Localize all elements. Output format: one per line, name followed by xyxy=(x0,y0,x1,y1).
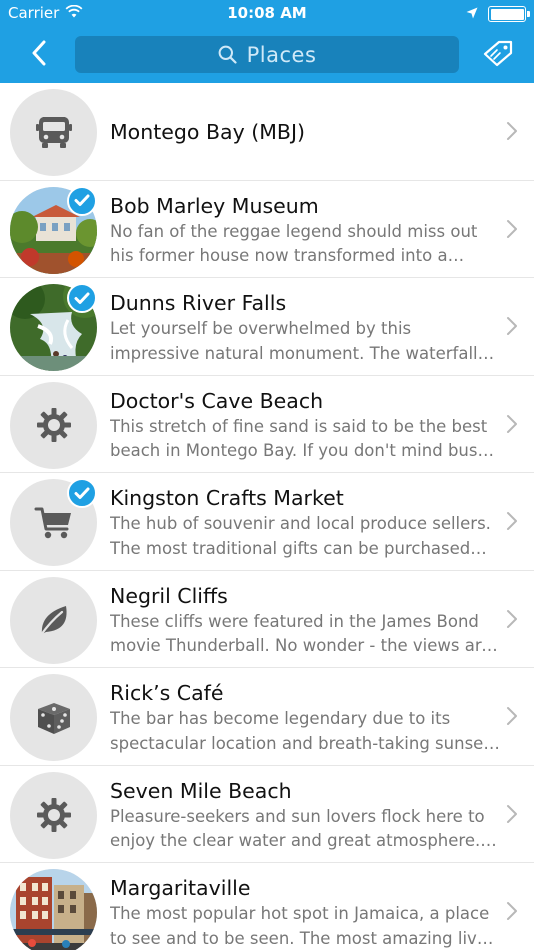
list-item[interactable]: Negril Cliffs These cliffs were featured… xyxy=(0,571,534,668)
item-description: Let yourself be overwhelmed by this impr… xyxy=(110,319,487,363)
item-text: Seven Mile Beach Pleasure-seekers and su… xyxy=(110,778,502,854)
item-text: Doctor's Cave Beach This stretch of fine… xyxy=(110,388,502,464)
search-field[interactable]: Places xyxy=(75,36,459,73)
status-time: 10:08 AM xyxy=(227,4,307,22)
item-description: No fan of the reggae legend should miss … xyxy=(110,221,478,266)
checkmark-icon xyxy=(67,185,97,216)
avatar xyxy=(10,674,97,761)
chevron-right-icon xyxy=(507,317,517,335)
chevron-right-icon xyxy=(507,414,517,433)
item-description: The hub of souvenir and local produce se… xyxy=(110,514,491,558)
gear-icon xyxy=(36,798,71,832)
bus-icon xyxy=(35,116,72,148)
avatar xyxy=(10,771,97,859)
item-title: Bob Marley Museum xyxy=(110,193,319,218)
leaf-icon xyxy=(39,606,67,637)
places-list: Montego Bay (MBJ) Bob Marley Museum No f… xyxy=(0,83,534,950)
place-photo xyxy=(10,869,97,950)
chevron-right-icon xyxy=(507,609,517,628)
item-title: Margaritaville xyxy=(110,876,251,900)
item-text: Dunns River Falls Let yourself be overwh… xyxy=(110,290,502,366)
back-button[interactable] xyxy=(22,36,56,70)
list-item[interactable]: Doctor's Cave Beach This stretch of fine… xyxy=(0,376,534,473)
list-item[interactable]: Kingston Crafts Market The hub of souven… xyxy=(0,473,534,571)
chevron-right-icon xyxy=(507,219,517,238)
item-description: The most popular hot spot in Jamaica, a … xyxy=(110,904,490,948)
location-arrow-icon xyxy=(466,5,478,23)
item-title: Montego Bay (MBJ) xyxy=(110,119,306,144)
item-text: Kingston Crafts Market The hub of souven… xyxy=(110,485,502,561)
item-title: Negril Cliffs xyxy=(110,583,228,608)
item-description: Pleasure-seekers and sun lovers flock he… xyxy=(110,806,485,851)
list-item[interactable]: Margaritaville The most popular hot spot… xyxy=(0,863,534,950)
item-description: The bar has become legendary due to its … xyxy=(110,709,490,753)
search-placeholder: Places xyxy=(246,42,317,67)
status-right xyxy=(466,5,530,23)
chevron-right-icon xyxy=(507,804,517,823)
item-text: Rick’s Café The bar has become legendary… xyxy=(110,680,502,756)
tags-button[interactable] xyxy=(480,36,516,70)
chevron-left-icon xyxy=(32,40,46,66)
cart-icon xyxy=(34,507,71,538)
chevron-right-icon xyxy=(507,122,517,140)
battery-icon xyxy=(488,6,530,22)
checkmark-icon xyxy=(67,283,97,313)
item-title: Dunns River Falls xyxy=(110,291,287,315)
item-title: Seven Mile Beach xyxy=(110,778,292,803)
list-item[interactable]: Seven Mile Beach Pleasure-seekers and su… xyxy=(0,766,534,863)
search-icon xyxy=(218,45,237,64)
tag-icon xyxy=(483,40,513,67)
chevron-right-icon xyxy=(507,707,517,725)
item-title: Rick’s Café xyxy=(110,681,224,705)
chevron-right-icon xyxy=(507,512,517,530)
dice-icon xyxy=(37,702,70,734)
list-item[interactable]: Bob Marley Museum No fan of the reggae l… xyxy=(0,181,534,278)
gear-icon xyxy=(36,408,71,442)
list-item[interactable]: Rick’s Café The bar has become legendary… xyxy=(0,668,534,766)
item-description: These cliffs were featured in the James … xyxy=(110,611,492,656)
item-title: Kingston Crafts Market xyxy=(110,486,344,510)
avatar xyxy=(10,576,97,664)
item-description: This stretch of fine sand is said to be … xyxy=(110,416,488,461)
navigation-bar: Carrier 10:08 AM Places xyxy=(0,0,534,83)
checkmark-icon xyxy=(67,478,97,508)
status-bar: Carrier 10:08 AM xyxy=(0,0,534,28)
item-text: Margaritaville The most popular hot spot… xyxy=(110,875,502,950)
list-item[interactable]: Dunns River Falls Let yourself be overwh… xyxy=(0,278,534,376)
item-text: Montego Bay (MBJ) xyxy=(110,83,502,180)
item-title: Doctor's Cave Beach xyxy=(110,388,324,413)
list-item[interactable]: Montego Bay (MBJ) xyxy=(0,83,534,181)
avatar xyxy=(10,381,97,469)
item-text: Bob Marley Museum No fan of the reggae l… xyxy=(110,193,502,269)
chevron-right-icon xyxy=(507,902,517,920)
item-text: Negril Cliffs These cliffs were featured… xyxy=(110,583,502,659)
avatar xyxy=(10,89,97,176)
